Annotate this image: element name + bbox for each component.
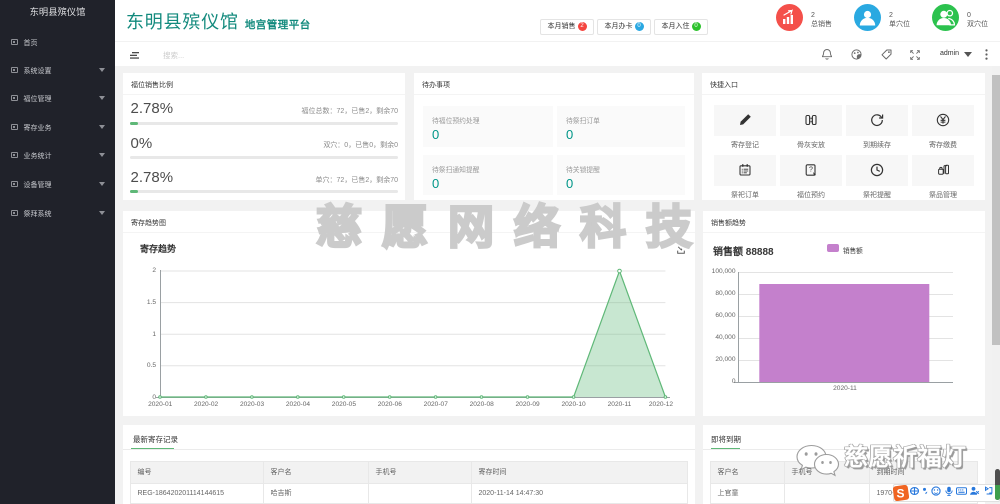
svg-text:S: S bbox=[897, 487, 905, 501]
svg-text:?: ? bbox=[809, 167, 813, 174]
